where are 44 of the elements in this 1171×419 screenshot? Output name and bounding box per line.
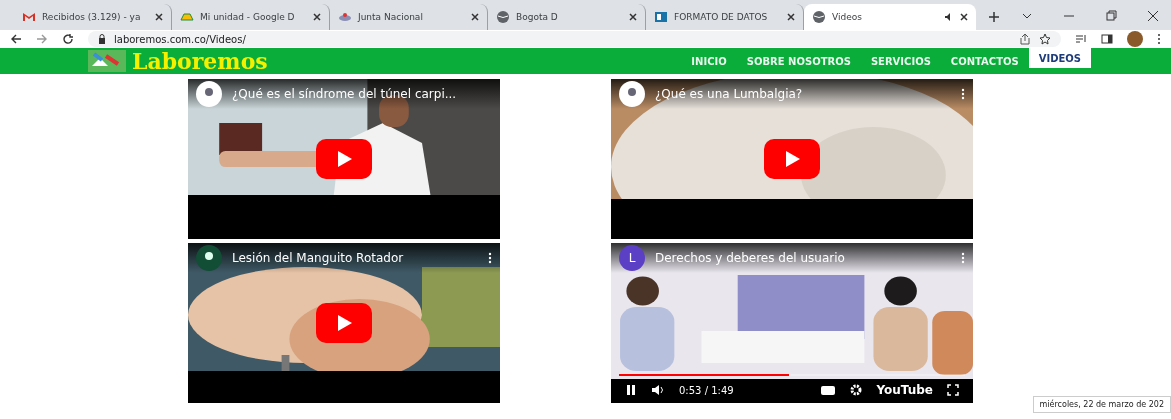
triangle-icon [180,10,194,24]
video-player[interactable]: Lesión del Manguito Rotador [188,243,500,403]
more-icon[interactable] [488,252,492,264]
captions-icon[interactable] [820,384,837,396]
close-icon[interactable] [629,13,637,21]
close-icon[interactable] [155,13,163,21]
video-player[interactable]: ¿Qué es el síndrome del túnel carpi... [188,79,500,239]
close-icon[interactable] [313,13,321,21]
back-icon[interactable] [10,33,22,45]
address-field[interactable]: laboremos.com.co/Videos/ [88,31,1061,47]
nav-link[interactable]: VIDEOS [1028,48,1091,68]
spreadsheet-icon [654,10,668,24]
restore-icon[interactable] [1105,10,1117,22]
fullscreen-icon[interactable] [947,384,959,396]
pause-icon[interactable] [625,384,637,396]
reload-icon[interactable] [62,33,74,45]
more-icon[interactable] [961,88,965,100]
play-button[interactable] [764,139,820,179]
globe-icon [496,10,510,24]
avatar[interactable] [1127,31,1143,47]
star-icon[interactable] [1039,33,1051,45]
playlist-icon[interactable] [1075,33,1087,45]
close-icon[interactable] [960,13,968,21]
globe-icon [812,10,826,24]
site-icon [338,10,352,24]
sidebar-icon[interactable] [1101,33,1113,45]
new-tab-icon[interactable] [988,11,1000,23]
date-tooltip: miércoles, 22 de marzo de 202 [1032,396,1171,413]
share-icon[interactable] [1019,33,1031,45]
close-icon[interactable] [471,13,479,21]
play-button[interactable] [316,303,372,343]
play-button[interactable] [316,139,372,179]
mail-icon [22,10,36,24]
forward-icon[interactable] [36,33,48,45]
close-icon[interactable] [787,13,795,21]
close-icon[interactable] [1147,10,1159,22]
settings-icon[interactable] [850,384,863,396]
lock-icon [98,34,106,44]
browser-tab[interactable]: Videos [804,4,976,30]
logo-icon [88,50,126,72]
video-player[interactable]: L Derechos y deberes del usuario 0:53 / 1:49 YouTube [611,243,973,403]
volume-icon[interactable] [651,384,665,396]
youtube-link[interactable]: YouTube [876,383,933,397]
video-time: 0:53 / 1:49 [679,384,734,396]
